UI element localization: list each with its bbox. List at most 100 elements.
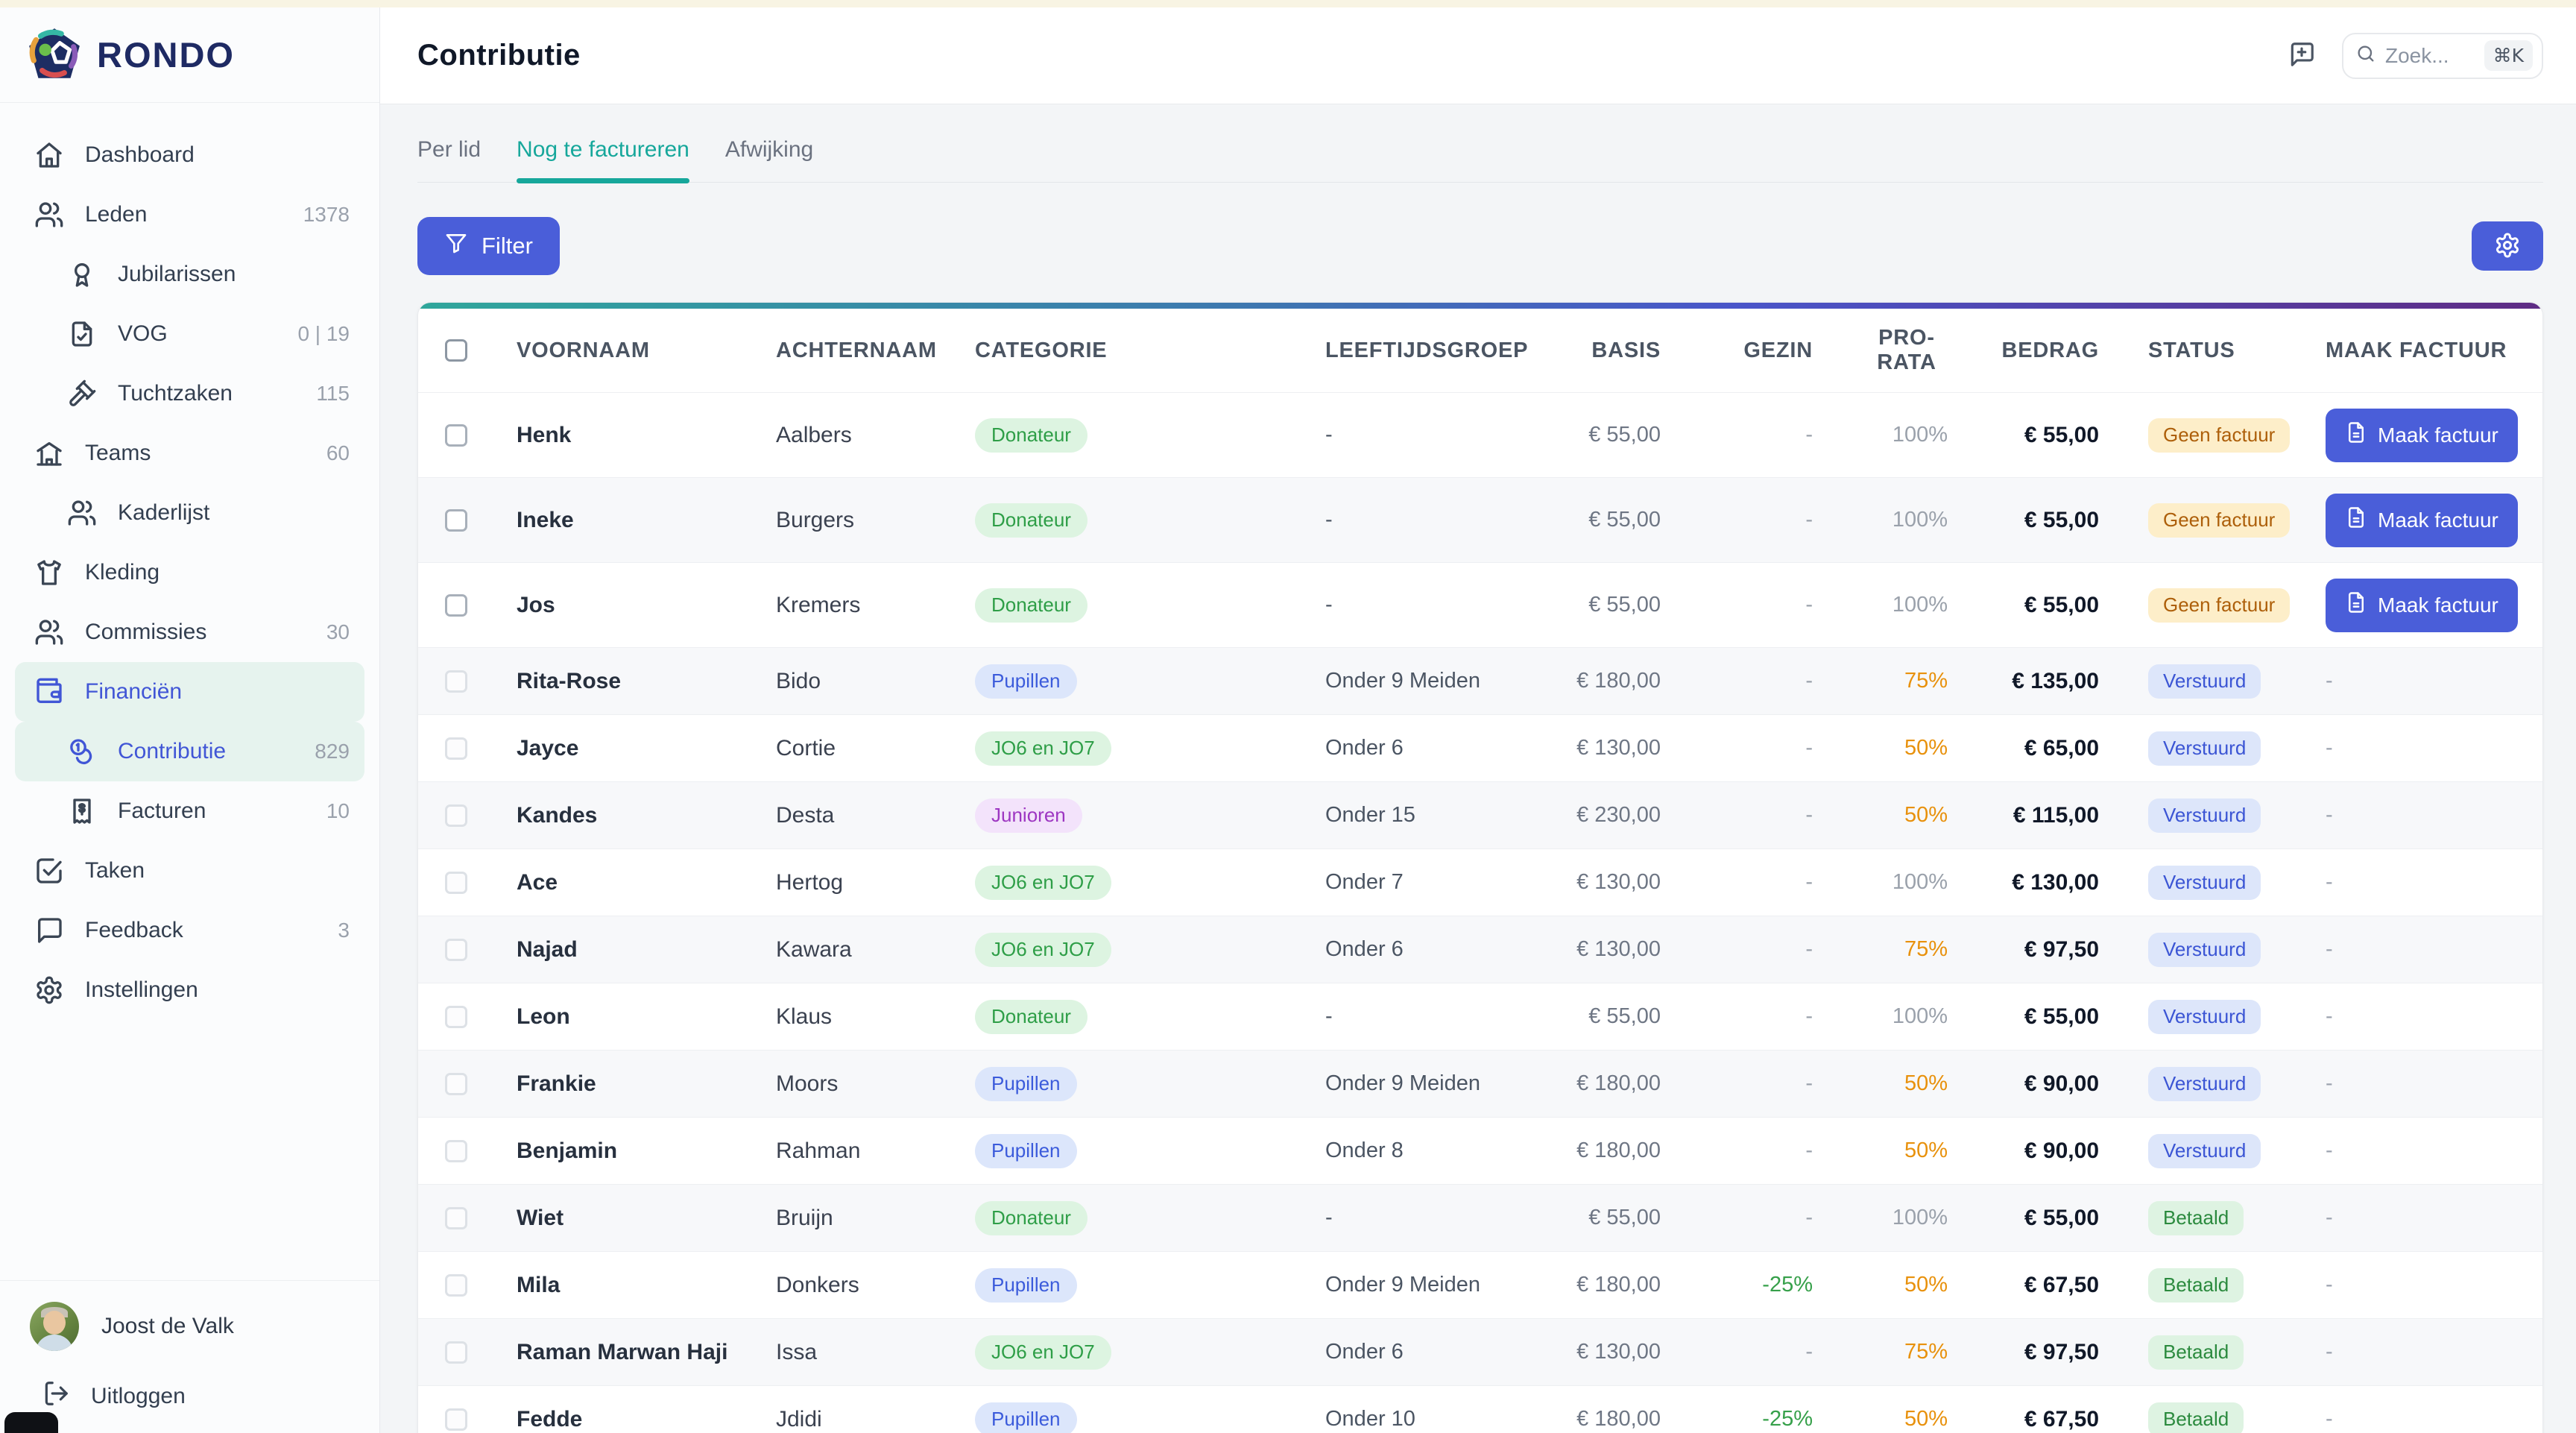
cell-gezin: - bbox=[1661, 1138, 1813, 1163]
logout-icon bbox=[42, 1379, 70, 1414]
cell-voornaam: Wiet bbox=[517, 1206, 776, 1231]
sidebar-item-label: Financiën bbox=[85, 679, 182, 705]
cell-prorata: 75% bbox=[1813, 937, 1948, 962]
cell-leeftijdsgroep: Onder 9 Meiden bbox=[1325, 1071, 1504, 1096]
maak-factuur-button[interactable]: Maak factuur bbox=[2326, 579, 2518, 632]
row-checkbox[interactable] bbox=[445, 872, 467, 894]
user-menu[interactable]: Joost de Valk bbox=[30, 1302, 379, 1351]
no-action-dash: - bbox=[2326, 669, 2333, 693]
sidebar-item-facturen[interactable]: Facturen10 bbox=[0, 781, 379, 841]
logo[interactable]: RONDO bbox=[0, 7, 379, 103]
sidebar-item-instellingen[interactable]: Instellingen bbox=[0, 960, 379, 1020]
cell-achternaam: Desta bbox=[776, 803, 975, 828]
cell-bedrag: € 90,00 bbox=[1948, 1138, 2099, 1164]
col-leeftijdsgroep: LEEFTIJDSGROEP bbox=[1325, 338, 1504, 363]
row-checkbox[interactable] bbox=[445, 1073, 467, 1095]
cell-gezin: - bbox=[1661, 1340, 1813, 1364]
cell-bedrag: € 130,00 bbox=[1948, 870, 2099, 895]
sidebar-item-label: Feedback bbox=[85, 918, 183, 943]
maak-factuur-button[interactable]: Maak factuur bbox=[2326, 409, 2518, 462]
category-badge: JO6 en JO7 bbox=[975, 866, 1111, 900]
sidebar-item-teams[interactable]: Teams60 bbox=[0, 423, 379, 483]
cell-prorata: 100% bbox=[1813, 508, 1948, 532]
logout-button[interactable]: Uitloggen bbox=[42, 1379, 379, 1414]
tab-nog-te-factureren[interactable]: Nog te factureren bbox=[517, 137, 689, 182]
sidebar-item-vog[interactable]: VOG0 | 19 bbox=[0, 304, 379, 364]
row-checkbox[interactable] bbox=[445, 1207, 467, 1229]
cell-basis: € 230,00 bbox=[1504, 803, 1661, 828]
page-header: Contributie ⌘K bbox=[380, 7, 2576, 104]
cell-voornaam: Jayce bbox=[517, 736, 776, 761]
cell-basis: € 180,00 bbox=[1504, 669, 1661, 693]
cell-voornaam: Fedde bbox=[517, 1407, 776, 1432]
sidebar-nav: DashboardLeden1378JubilarissenVOG0 | 19T… bbox=[0, 103, 379, 1280]
cell-achternaam: Aalbers bbox=[776, 423, 975, 448]
sidebar-item-count: 10 bbox=[326, 799, 350, 823]
row-checkbox[interactable] bbox=[445, 1408, 467, 1431]
row-checkbox[interactable] bbox=[445, 509, 467, 532]
row-checkbox[interactable] bbox=[445, 670, 467, 693]
maak-factuur-button[interactable]: Maak factuur bbox=[2326, 494, 2518, 547]
cell-voornaam: Najad bbox=[517, 937, 776, 963]
invoice-icon bbox=[2345, 591, 2367, 619]
sidebar-item-count: 1378 bbox=[303, 203, 350, 227]
tab-afwijking[interactable]: Afwijking bbox=[725, 137, 813, 182]
category-badge: JO6 en JO7 bbox=[975, 933, 1111, 967]
sidebar-item-tuchtzaken[interactable]: Tuchtzaken115 bbox=[0, 364, 379, 423]
logout-label: Uitloggen bbox=[91, 1384, 186, 1409]
sidebar-item-taken[interactable]: Taken bbox=[0, 841, 379, 901]
row-checkbox[interactable] bbox=[445, 737, 467, 760]
table-settings-button[interactable] bbox=[2472, 221, 2543, 271]
sidebar-item-feedback[interactable]: Feedback3 bbox=[0, 901, 379, 960]
row-checkbox[interactable] bbox=[445, 594, 467, 617]
cell-leeftijdsgroep: - bbox=[1325, 1206, 1504, 1230]
sidebar-item-financi-n[interactable]: Financiën bbox=[15, 662, 364, 722]
user-area: Joost de Valk Uitloggen bbox=[0, 1280, 379, 1433]
status-badge: Geen factuur bbox=[2148, 503, 2290, 538]
gavel-icon bbox=[66, 377, 98, 410]
cell-voornaam: Kandes bbox=[517, 803, 776, 828]
no-action-dash: - bbox=[2326, 1273, 2333, 1297]
select-all-checkbox[interactable] bbox=[445, 339, 467, 362]
row-checkbox[interactable] bbox=[445, 804, 467, 827]
users-icon bbox=[33, 198, 66, 231]
feedback-button[interactable] bbox=[2284, 38, 2320, 74]
cell-leeftijdsgroep: - bbox=[1325, 1004, 1504, 1029]
category-badge: JO6 en JO7 bbox=[975, 1335, 1111, 1370]
col-gezin: GEZIN bbox=[1661, 338, 1813, 363]
rondo-logo-icon bbox=[25, 26, 83, 84]
row-checkbox[interactable] bbox=[445, 1140, 467, 1162]
sidebar-item-jubilarissen[interactable]: Jubilarissen bbox=[0, 245, 379, 304]
cell-bedrag: € 97,50 bbox=[1948, 937, 2099, 963]
sidebar-item-leden[interactable]: Leden1378 bbox=[0, 185, 379, 245]
table-row: NajadKawaraJO6 en JO7Onder 6€ 130,00-75%… bbox=[418, 916, 2542, 983]
cell-achternaam: Hertog bbox=[776, 870, 975, 895]
sidebar-item-contributie[interactable]: Contributie829 bbox=[15, 722, 364, 781]
row-checkbox[interactable] bbox=[445, 1006, 467, 1028]
top-strip bbox=[0, 0, 2576, 7]
search-input[interactable] bbox=[2385, 44, 2467, 68]
cell-bedrag: € 67,50 bbox=[1948, 1407, 2099, 1432]
sidebar-item-kaderlijst[interactable]: Kaderlijst bbox=[0, 483, 379, 543]
sidebar-item-label: Taken bbox=[85, 858, 145, 884]
sidebar-item-dashboard[interactable]: Dashboard bbox=[0, 125, 379, 185]
no-action-dash: - bbox=[2326, 803, 2333, 828]
no-action-dash: - bbox=[2326, 1071, 2333, 1096]
row-checkbox[interactable] bbox=[445, 424, 467, 447]
sidebar-item-label: Kaderlijst bbox=[118, 500, 209, 526]
row-checkbox[interactable] bbox=[445, 1341, 467, 1364]
sidebar-item-commissies[interactable]: Commissies30 bbox=[0, 602, 379, 662]
sidebar-item-count: 0 | 19 bbox=[297, 322, 350, 346]
filter-button[interactable]: Filter bbox=[417, 217, 560, 275]
category-badge: Donateur bbox=[975, 588, 1087, 623]
cell-basis: € 55,00 bbox=[1504, 593, 1661, 617]
cell-achternaam: Burgers bbox=[776, 508, 975, 533]
status-badge: Verstuurd bbox=[2148, 1000, 2261, 1034]
row-checkbox[interactable] bbox=[445, 939, 467, 961]
sidebar-item-kleding[interactable]: Kleding bbox=[0, 543, 379, 602]
cell-gezin: - bbox=[1661, 593, 1813, 617]
sidebar-item-label: Kleding bbox=[85, 560, 160, 585]
search-box[interactable]: ⌘K bbox=[2342, 33, 2543, 79]
tab-per-lid[interactable]: Per lid bbox=[417, 137, 481, 182]
row-checkbox[interactable] bbox=[445, 1274, 467, 1297]
